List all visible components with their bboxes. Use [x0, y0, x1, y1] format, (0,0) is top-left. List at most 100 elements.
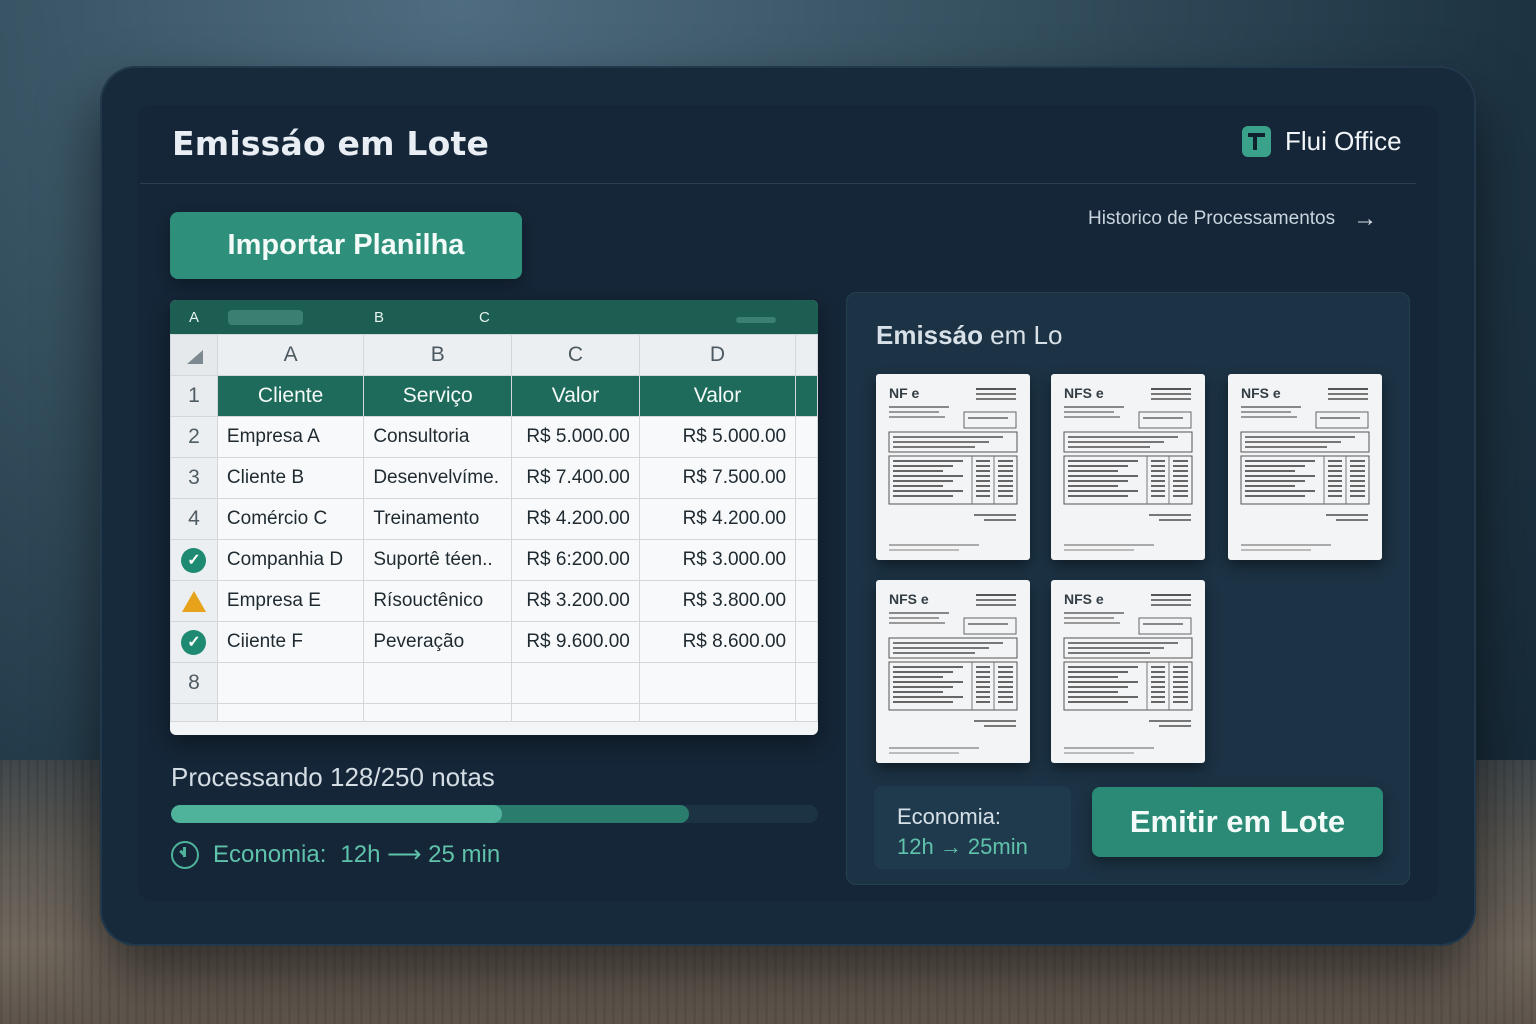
row-number[interactable]: 3	[170, 457, 218, 499]
table-cell[interactable]: R$ 3.000.00	[638, 539, 797, 581]
toolbar-label: B	[374, 309, 385, 326]
table-cell[interactable]	[363, 703, 513, 722]
toolbar-label: A	[189, 309, 200, 326]
table-cell[interactable]	[795, 457, 818, 499]
toolbar-pill	[736, 317, 776, 323]
table-cell[interactable]	[795, 580, 818, 622]
history-link-label: Historico de Processamentos	[1088, 208, 1336, 229]
emit-batch-button[interactable]: Emitir em Lote	[1092, 787, 1383, 857]
invoice-thumbnail[interactable]: NFS e	[1051, 374, 1205, 560]
table-cell[interactable]: Rísouctênico	[363, 580, 513, 622]
invoice-thumbnail[interactable]: NFS e	[876, 580, 1030, 763]
table-cell[interactable]: Companhia D	[216, 539, 365, 581]
brand-name: Flui Office	[1285, 126, 1402, 156]
table-cell[interactable]	[795, 539, 818, 581]
economy-value: 12h ⟶ 25 min	[340, 841, 501, 868]
panel-title-bold: Emissáo	[876, 320, 983, 350]
table-cell[interactable]: R$ 8.600.00	[638, 621, 797, 663]
import-spreadsheet-button[interactable]: Importar Planilha	[170, 212, 522, 279]
header-cell[interactable]: Valor	[511, 375, 640, 417]
column-header[interactable]: C	[511, 334, 640, 376]
table-cell[interactable]	[795, 498, 818, 540]
table-row[interactable]: ✓ Companhia D Suportê téen.. R$ 6:200.00 R$ …	[170, 539, 818, 581]
table-cell[interactable]: R$ 7.400.00	[511, 457, 640, 499]
spreadsheet-toolbar: A B C	[170, 300, 818, 334]
table-cell[interactable]: R$ 3.200.00	[511, 580, 640, 622]
table-cell[interactable]: R$ 9.600.00	[511, 621, 640, 663]
table-cell[interactable]	[511, 662, 640, 704]
table-row[interactable]: 2 Empresa A Consultoria R$ 5.000.00 R$ 5.000…	[170, 416, 818, 458]
table-row[interactable]: ✓ Ciiente F Peveração R$ 9.600.00 R$ 8.600.0…	[170, 621, 818, 663]
table-cell[interactable]: R$ 6:200.00	[511, 539, 640, 581]
progress-bar	[171, 805, 818, 823]
toolbar-pill	[228, 310, 303, 325]
economy-card: Economia: 12h → 25min	[874, 786, 1071, 869]
table-row[interactable]: Empresa E Rísouctênico R$ 3.200.00 R$ 3.800…	[170, 580, 818, 622]
header-cell-empty	[795, 375, 818, 417]
toolbar-label: C	[479, 309, 490, 326]
table-cell[interactable]: Empresa A	[216, 416, 365, 458]
table-cell[interactable]: R$ 7.500.00	[638, 457, 797, 499]
check-icon: ✓	[181, 548, 207, 573]
table-row[interactable]: 4 Comércio C Treinamento R$ 4.200.00 R$ 4.20…	[170, 498, 818, 540]
invoice-type-label: NF e	[889, 385, 920, 401]
row-number[interactable]: 8	[170, 662, 218, 704]
row-status[interactable]: ✓	[170, 621, 218, 663]
table-cell[interactable]: Consultoria	[363, 416, 513, 458]
table-cell[interactable]: Ciiente F	[216, 621, 365, 663]
table-cell[interactable]	[795, 703, 818, 722]
header-cell[interactable]: Cliente	[216, 375, 365, 417]
invoice-thumbnail[interactable]: NFS e	[1051, 580, 1205, 763]
economy-label: Economia:	[213, 840, 327, 868]
row-number[interactable]: 1	[170, 375, 218, 417]
table-cell[interactable]: Comércio C	[216, 498, 365, 540]
table-cell[interactable]: Cliente B	[216, 457, 365, 499]
invoice-type-label: NFS e	[1241, 385, 1281, 401]
column-header[interactable]: A	[216, 334, 365, 376]
select-all-corner[interactable]	[170, 334, 218, 376]
spreadsheet[interactable]: A B C A B C D 1 Cliente Serviço Valor Va…	[170, 300, 818, 735]
header-cell[interactable]: Serviço	[363, 375, 513, 417]
table-cell[interactable]: Peveração	[363, 621, 513, 663]
warning-icon	[181, 590, 206, 612]
invoice-type-label: NFS e	[1064, 385, 1104, 401]
table-cell[interactable]	[795, 662, 818, 704]
row-number	[170, 703, 218, 722]
table-row[interactable]: 3 Cliente B Desenvelvíme. R$ 7.400.00 R$ 7.5…	[170, 457, 818, 499]
table-cell[interactable]: R$ 5.000.00	[511, 416, 640, 458]
check-icon: ✓	[181, 630, 207, 655]
table-cell[interactable]	[363, 662, 513, 704]
header-cell[interactable]: Valor	[638, 375, 797, 417]
row-status[interactable]: ✓	[170, 539, 218, 581]
table-cell[interactable]: R$ 4.200.00	[511, 498, 640, 540]
history-link[interactable]: Historico de Processamentos →	[1088, 205, 1377, 233]
table-row[interactable]: 8	[170, 662, 818, 704]
arrow-right-icon: →	[1353, 205, 1378, 232]
table-cell[interactable]	[511, 703, 640, 722]
flui-logo-icon	[1242, 126, 1271, 157]
table-cell[interactable]	[216, 662, 365, 704]
row-number[interactable]: 4	[170, 498, 218, 540]
progress-fill	[171, 805, 503, 823]
table-cell[interactable]: Empresa E	[216, 580, 365, 622]
table-cell[interactable]	[216, 703, 365, 722]
column-header[interactable]: B	[363, 334, 513, 376]
table-cell[interactable]: R$ 4.200.00	[638, 498, 797, 540]
table-cell[interactable]: R$ 3.800.00	[638, 580, 797, 622]
table-cell[interactable]	[795, 621, 818, 663]
table-cell[interactable]	[638, 703, 797, 722]
invoice-type-label: NFS e	[1064, 591, 1104, 607]
table-cell[interactable]: Suportê téen..	[363, 539, 513, 581]
table-cell[interactable]	[795, 416, 818, 458]
progress-label: Processando 128/250 notas	[171, 762, 495, 792]
row-status[interactable]	[170, 580, 218, 622]
row-number[interactable]: 2	[170, 416, 218, 458]
invoice-thumbnail[interactable]: NF e	[876, 374, 1030, 560]
table-cell[interactable]: Treinamento	[363, 498, 513, 540]
column-header[interactable]: D	[638, 334, 797, 376]
table-cell[interactable]: R$ 5.000.00	[638, 416, 797, 458]
invoice-thumbnail[interactable]: NFS e	[1228, 374, 1382, 560]
table-cell[interactable]	[638, 662, 797, 704]
panel-title: Emissáo em Lo	[876, 320, 1062, 351]
table-cell[interactable]: Desenvelvíme.	[363, 457, 513, 499]
